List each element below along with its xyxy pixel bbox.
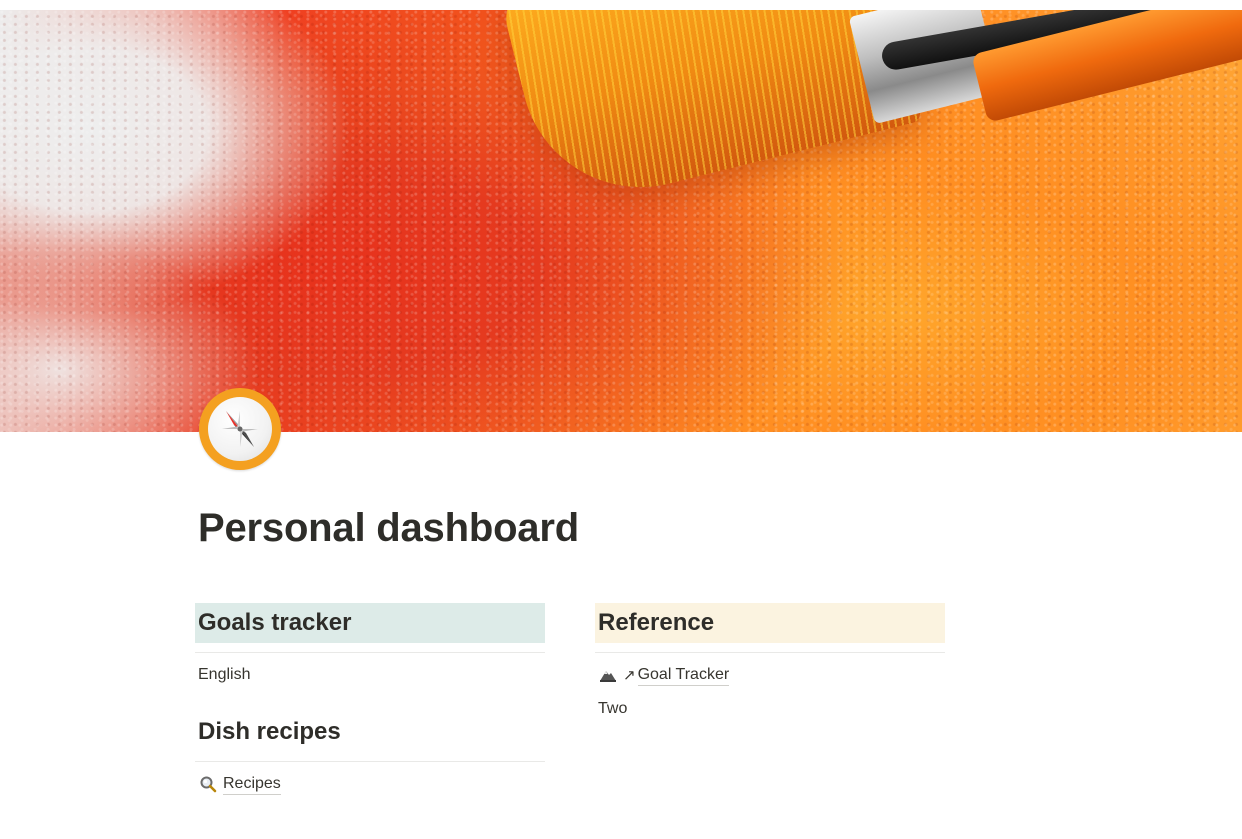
right-column: Reference ↗ Goal Tracker Two bbox=[595, 603, 945, 722]
dish-recipes-heading[interactable]: Dish recipes bbox=[195, 712, 545, 752]
left-column: Goals tracker English Dish recipes Recip… bbox=[195, 603, 545, 797]
recipes-link[interactable]: Recipes bbox=[195, 771, 545, 797]
mountain-icon bbox=[599, 666, 617, 684]
link-arrow-icon: ↗ bbox=[623, 666, 636, 684]
cover-image[interactable] bbox=[0, 10, 1242, 432]
page-title[interactable]: Personal dashboard bbox=[198, 506, 579, 551]
compass-needle-icon bbox=[222, 411, 258, 447]
reference-item-two[interactable]: Two bbox=[595, 696, 945, 722]
page: Personal dashboard Goals tracker English… bbox=[0, 0, 1242, 839]
goal-tracker-link-label[interactable]: Goal Tracker bbox=[637, 665, 730, 686]
goal-tracker-link[interactable]: ↗ Goal Tracker bbox=[595, 662, 945, 688]
compass-icon[interactable] bbox=[199, 388, 281, 470]
reference-heading[interactable]: Reference bbox=[595, 603, 945, 643]
recipes-link-label[interactable]: Recipes bbox=[223, 774, 281, 795]
magnifying-glass-icon bbox=[199, 775, 217, 793]
goals-tracker-heading[interactable]: Goals tracker bbox=[195, 603, 545, 643]
goal-item-english[interactable]: English bbox=[195, 662, 545, 688]
